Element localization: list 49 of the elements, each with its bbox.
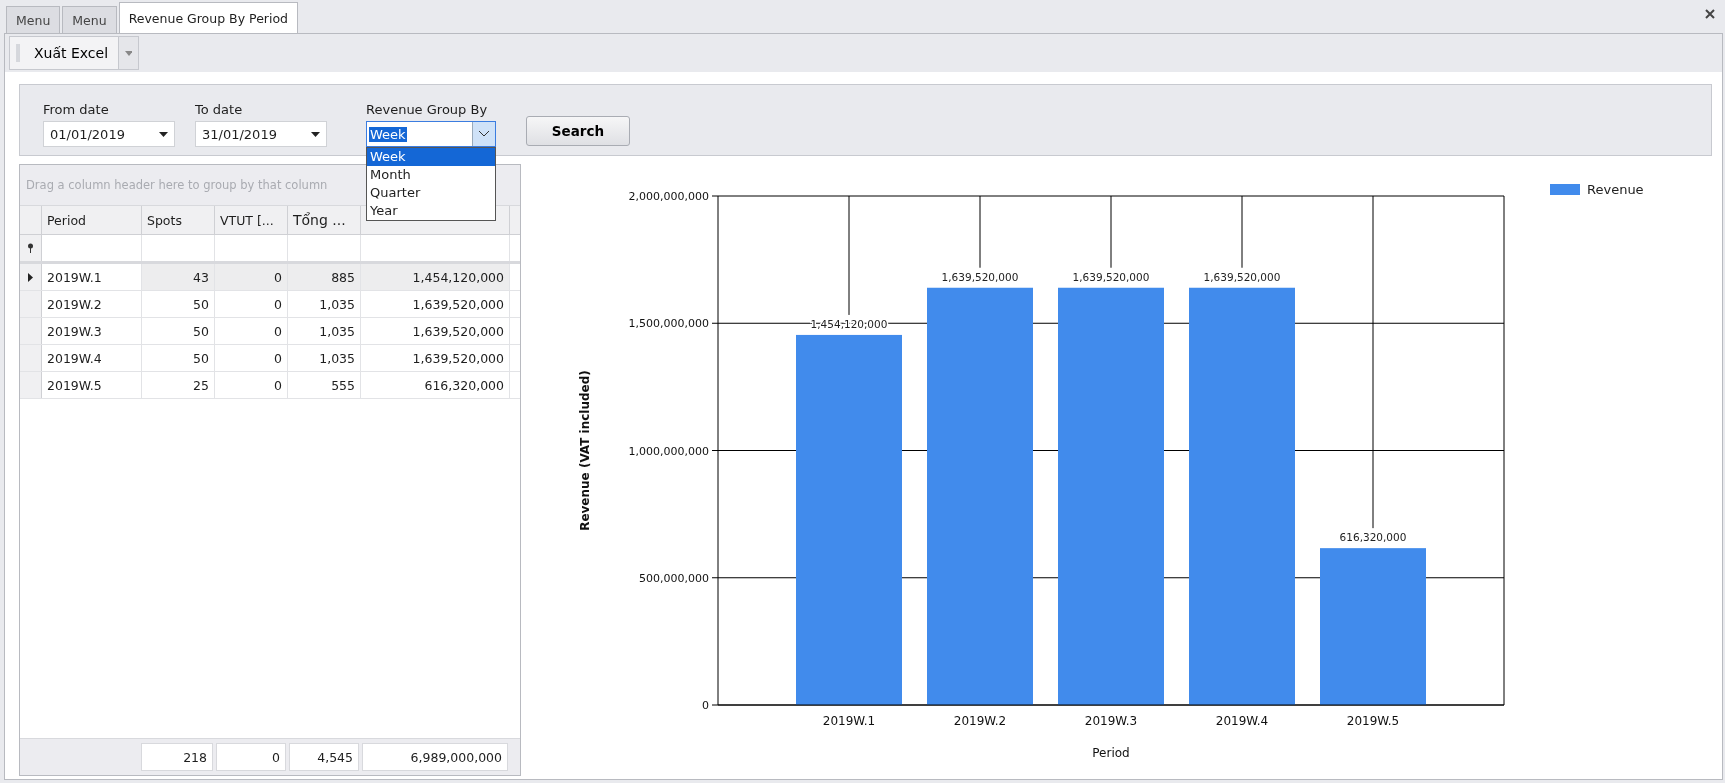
table-cell: 50 — [142, 345, 215, 371]
table-cell: 885 — [288, 264, 361, 290]
table-cell: 43 — [142, 264, 215, 290]
table-cell: 1,639,520,000 — [361, 345, 510, 371]
x-axis-title: Period — [1092, 746, 1130, 760]
y-tick-label: 1,500,000,000 — [628, 317, 709, 331]
legend-label: Revenue — [1587, 182, 1644, 197]
total-cell: 6,989,000,000 — [362, 743, 508, 771]
y-tick-label: 1,000,000,000 — [628, 444, 709, 458]
y-tick-label: 500,000,000 — [639, 571, 709, 585]
field-label: To date — [195, 102, 244, 117]
table-cell: 2019W.4 — [42, 345, 142, 371]
x-tick-label: 2019W.5 — [1346, 714, 1400, 728]
table-cell: 2019W.2 — [42, 291, 142, 317]
table-cell: 2019W.3 — [42, 318, 142, 344]
table-cell: 1,035 — [288, 318, 361, 344]
data-label: 1,639,520,000 — [1203, 270, 1281, 283]
x-tick-label: 2019W.1 — [822, 714, 876, 728]
table-cell: 0 — [215, 291, 288, 317]
field-label: Revenue Group By — [366, 102, 489, 117]
data-label: 1,639,520,000 — [1072, 270, 1150, 283]
y-tick-label: 0 — [702, 699, 709, 712]
table-cell: 2019W.5 — [42, 372, 142, 398]
x-tick-label: 2019W.3 — [1084, 714, 1138, 728]
field-label: From date — [43, 102, 110, 117]
table-cell: 50 — [142, 291, 215, 317]
x-tick-label: 2019W.4 — [1215, 714, 1269, 728]
table-cell: 50 — [142, 318, 215, 344]
total-cell: 218 — [141, 743, 213, 771]
group-panel-hint: Drag a column header here to group by that column — [26, 178, 328, 192]
table-cell: 0 — [215, 318, 288, 344]
table-cell: 0 — [215, 372, 288, 398]
table-cell: 0 — [215, 345, 288, 371]
y-axis-title: Revenue (VAT included) — [578, 370, 592, 531]
data-label: 1,639,520,000 — [941, 270, 1019, 283]
table-cell: 25 — [142, 372, 215, 398]
total-cell: 4,545 — [289, 743, 359, 771]
table-cell: 0 — [215, 264, 288, 290]
table-cell: 1,639,520,000 — [361, 318, 510, 344]
total-cell: 0 — [216, 743, 286, 771]
table-cell: 555 — [288, 372, 361, 398]
table-cell: 616,320,000 — [361, 372, 510, 398]
y-tick-label: 2,000,000,000 — [628, 190, 709, 203]
x-tick-label: 2019W.2 — [953, 714, 1007, 728]
table-cell: 1,454,120,000 — [361, 264, 510, 290]
data-label: 616,320,000 — [1339, 531, 1407, 544]
table-cell: 1,639,520,000 — [361, 291, 510, 317]
table-cell: 1,035 — [288, 345, 361, 371]
table-cell: 1,035 — [288, 291, 361, 317]
